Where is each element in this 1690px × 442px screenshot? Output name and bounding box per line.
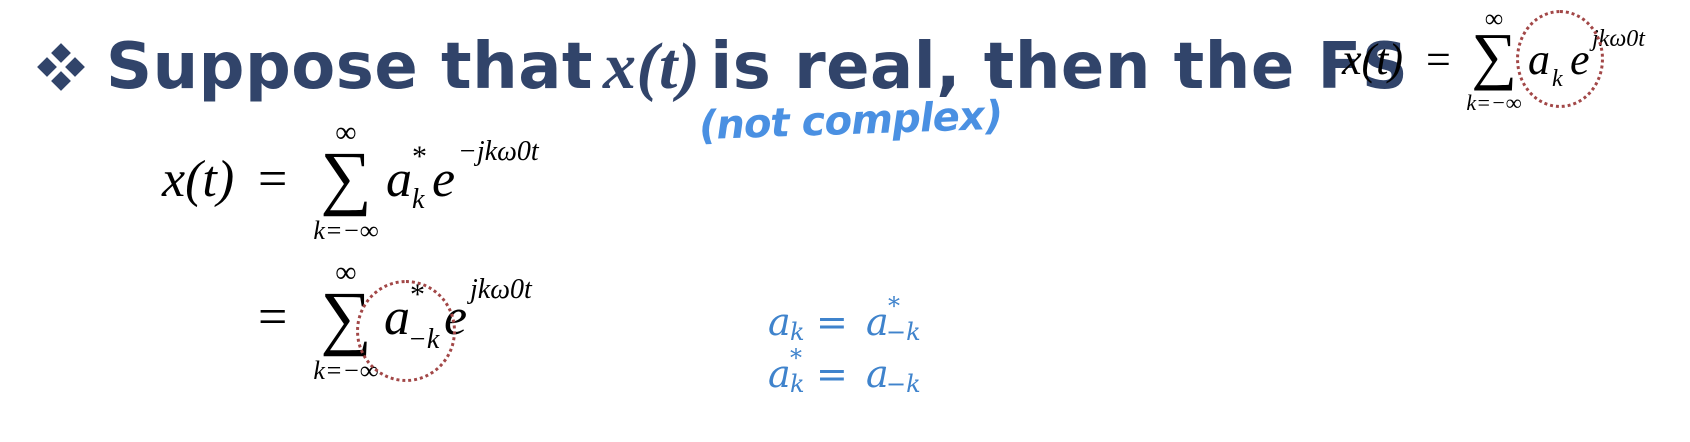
sym1-b-conj: * [888, 292, 900, 320]
sym1-b-sub: −k [886, 318, 921, 346]
sym2-a-sub: k [790, 370, 805, 398]
eq1-coefficient: a [386, 151, 412, 208]
eq2-exp-power: jkω0t [470, 274, 532, 305]
fs-equals: = [1426, 35, 1451, 84]
symmetry-equation-2: a * k = a −k [768, 344, 948, 402]
sym2-a: a [768, 352, 791, 396]
sym2-a-conj: * [790, 344, 802, 372]
title-prefix: Suppose that [106, 30, 593, 104]
eq1-coefficient-sub: k [412, 184, 425, 215]
sym1-equals: = [816, 300, 848, 344]
sym2-equals: = [816, 352, 848, 396]
fs-synthesis-equation: x(t) = ∞ ∑ k=−∞ a k e jkω0t [1342, 4, 1682, 120]
conjugate-equation-1: x(t) = ∞ ∑ k=−∞ a * k e −jkω0t [162, 116, 582, 246]
sym1-a-sub: k [790, 318, 805, 346]
eq1-coefficient-conj: * [412, 140, 427, 173]
eq1-lhs: x(t) [162, 151, 235, 208]
fs-lhs: x(t) [1342, 35, 1404, 84]
eq1-sum-lower: k=−∞ [313, 216, 379, 245]
title-math: x(t) [602, 30, 701, 103]
symmetry-equation-1: ak = a * −k [768, 292, 948, 350]
sym2-b-sub: −k [886, 370, 921, 398]
fs-highlight-circle [1516, 10, 1604, 108]
eq1-exp-base: e [432, 151, 456, 208]
eq2-highlight-circle [356, 280, 456, 382]
title-text: Suppose that x(t) is real, then the FS [106, 29, 1408, 105]
eq1-exp-power: −jkω0t [458, 136, 539, 167]
title-suffix: is real, then the FS [710, 30, 1409, 104]
eq1-sum: ∞ ∑ k=−∞ [308, 116, 384, 245]
fs-sum-lower: k=−∞ [1466, 90, 1522, 115]
eq2-equals: = [258, 289, 288, 346]
diamond-bullet-icon [37, 43, 85, 91]
slide-title: Suppose that x(t) is real, then the FS [37, 22, 1408, 112]
eq1-equals: = [258, 151, 288, 208]
sym1-a: a [768, 300, 791, 344]
eq1-sum-sign: ∑ [320, 137, 372, 217]
handwritten-note: (not complex) [695, 92, 1005, 150]
